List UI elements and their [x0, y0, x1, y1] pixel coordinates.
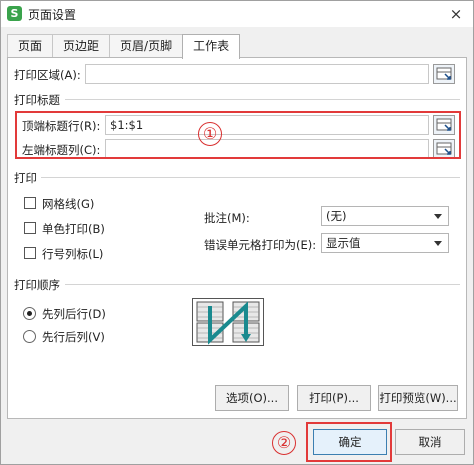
print-button[interactable]: 打印(P)... [297, 385, 371, 411]
comments-label: 批注(M): [204, 211, 250, 225]
page-order-section-label: 打印顺序 [14, 278, 60, 292]
down-then-over-label[interactable]: 先列后行(D) [42, 306, 106, 322]
gridlines-label[interactable]: 网格线(G) [42, 196, 94, 212]
tab-header-footer[interactable]: 页眉/页脚 [109, 34, 184, 58]
range-picker-icon [436, 67, 452, 80]
print-preview-button[interactable]: 打印预览(W)... [378, 385, 458, 411]
print-divider [41, 177, 460, 178]
annotation-marker-1: ① [198, 122, 222, 146]
dialog-title: 页面设置 [28, 8, 77, 22]
comments-select[interactable]: (无) [321, 206, 449, 226]
tab-page[interactable]: 页面 [7, 34, 54, 58]
print-titles-section-label: 打印标题 [14, 93, 60, 107]
row-col-headings-label[interactable]: 行号列标(L) [42, 246, 103, 262]
comments-select-value: (无) [326, 209, 347, 223]
print-section-label: 打印 [14, 171, 37, 185]
options-button[interactable]: 选项(O)... [215, 385, 289, 411]
wps-app-icon: S [7, 6, 22, 21]
black-and-white-checkbox[interactable] [24, 222, 36, 234]
chevron-down-icon [434, 214, 442, 219]
cell-errors-label: 错误单元格打印为(E): [204, 238, 317, 252]
page-order-divider [65, 284, 460, 285]
annotation-highlight-ok-button [306, 422, 392, 462]
chevron-down-icon [434, 241, 442, 246]
annotation-marker-2: ② [272, 431, 296, 455]
over-then-down-label[interactable]: 先行后列(V) [42, 329, 105, 345]
over-then-down-radio[interactable] [23, 330, 36, 343]
close-icon[interactable]: × [445, 3, 467, 25]
down-then-over-radio[interactable] [23, 307, 36, 320]
cancel-button[interactable]: 取消 [395, 429, 465, 455]
tab-margins[interactable]: 页边距 [52, 34, 111, 58]
cell-errors-select[interactable]: 显示值 [321, 233, 449, 253]
tab-sheet[interactable]: 工作表 [182, 34, 241, 59]
annotation-highlight-print-titles [15, 111, 461, 159]
page-order-preview-icon [192, 298, 264, 346]
black-and-white-label[interactable]: 单色打印(B) [42, 221, 105, 237]
title-bar: S 页面设置 × [1, 1, 473, 27]
print-area-field[interactable] [85, 64, 429, 84]
tab-strip: 页面 页边距 页眉/页脚 工作表 [7, 34, 241, 59]
print-titles-divider [65, 99, 460, 100]
page-setup-dialog: S 页面设置 × 页面 页边距 页眉/页脚 工作表 打印区域(A): 打印标题 … [0, 0, 474, 465]
print-area-label: 打印区域(A): [14, 68, 81, 82]
row-col-headings-checkbox[interactable] [24, 247, 36, 259]
print-area-select-range-button[interactable] [433, 64, 455, 84]
cell-errors-select-value: 显示值 [326, 236, 361, 250]
gridlines-checkbox[interactable] [24, 197, 36, 209]
